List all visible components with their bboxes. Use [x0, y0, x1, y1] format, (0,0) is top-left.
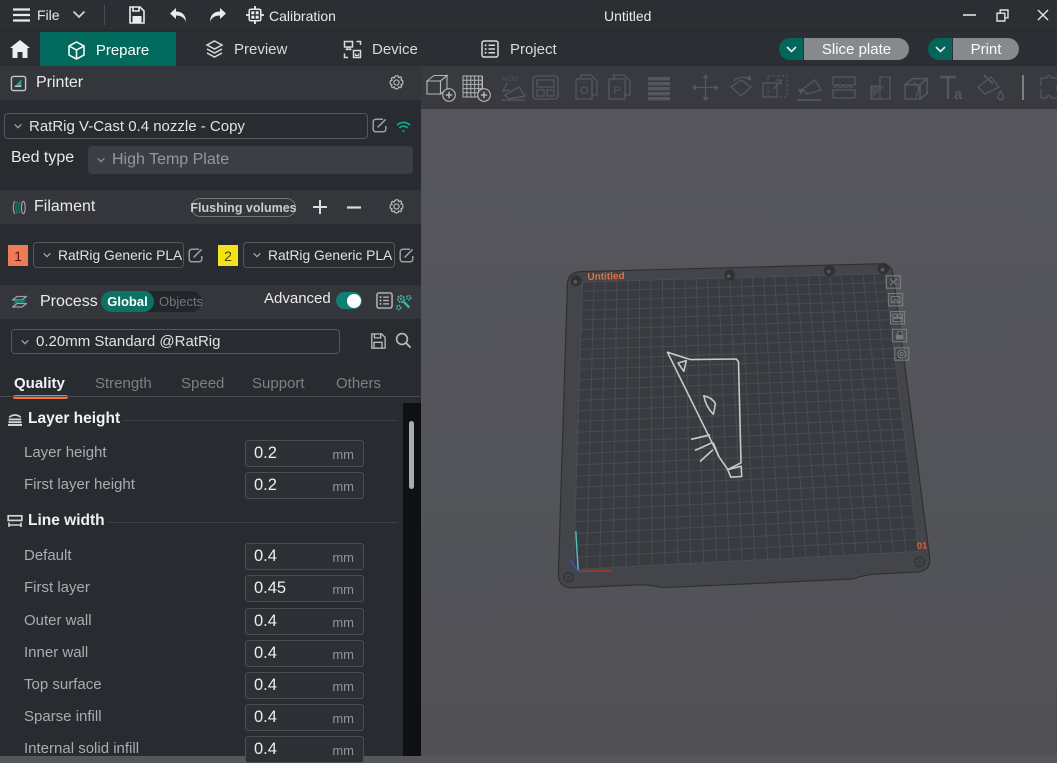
svg-text:P: P	[614, 85, 621, 97]
svg-text:01: 01	[917, 540, 929, 552]
svg-text:AUTO: AUTO	[502, 77, 519, 83]
svg-text:a: a	[954, 86, 963, 103]
svg-text:Untitled: Untitled	[587, 271, 625, 283]
svg-text:O: O	[580, 85, 589, 97]
